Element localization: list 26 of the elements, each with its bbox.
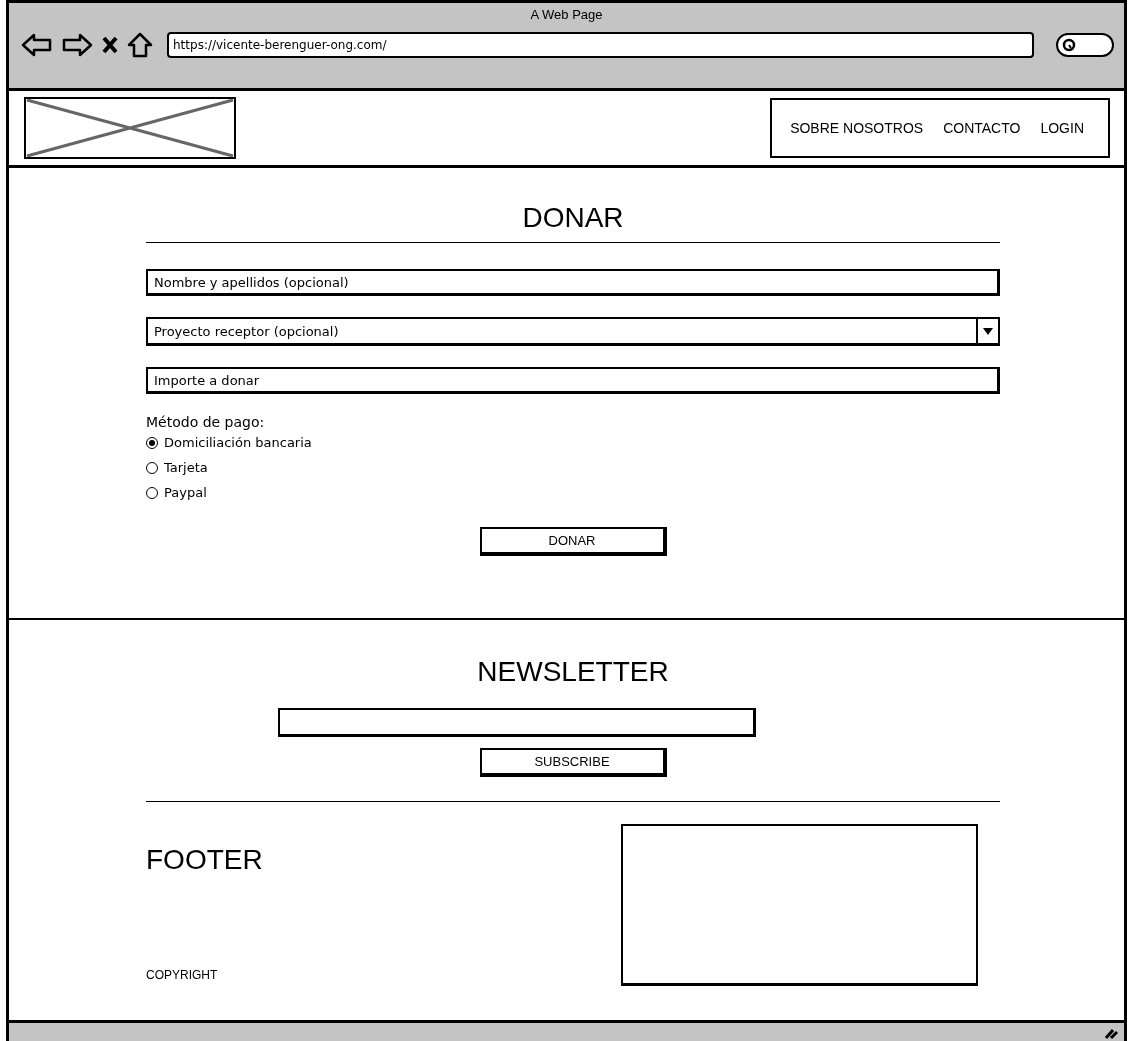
radio-option[interactable]: Domiciliación bancaria: [146, 430, 1000, 455]
nav-link[interactable]: CONTACTO: [943, 120, 1021, 136]
subscribe-button[interactable]: SUBSCRIBE: [479, 748, 667, 777]
search-icon: [1062, 38, 1076, 52]
donate-button[interactable]: DONAR: [479, 527, 667, 556]
text-field[interactable]: Nombre y apellidos (opcional): [146, 269, 1000, 296]
search-field[interactable]: [1056, 33, 1114, 57]
address-field[interactable]: https://vicente-berenguer-ong.com/: [167, 32, 1034, 58]
window-title: A Web Page: [530, 6, 603, 22]
back-icon[interactable]: [21, 32, 53, 58]
field-label: Método de pago:: [146, 414, 266, 430]
nav-link[interactable]: LOGIN: [1040, 120, 1084, 136]
home-icon[interactable]: [127, 32, 153, 58]
nav-link[interactable]: SOBRE NOSOTROS: [790, 120, 924, 136]
text-field[interactable]: Importe a donar: [146, 367, 1000, 394]
dropdown-field[interactable]: Proyecto receptor (opcional): [146, 317, 1000, 346]
radio-option[interactable]: Tarjeta: [146, 455, 1000, 480]
forward-icon[interactable]: [61, 32, 93, 58]
caret-icon: [983, 327, 993, 335]
radio-option[interactable]: Paypal: [146, 480, 1000, 505]
email-field[interactable]: [278, 708, 756, 737]
section-title: DONAR: [521, 202, 625, 234]
footer-title: FOOTER: [146, 844, 263, 876]
close-icon[interactable]: [101, 35, 119, 55]
section-title: NEWSLETTER: [476, 656, 670, 688]
copyright-text: COPYRIGHT: [146, 968, 219, 982]
